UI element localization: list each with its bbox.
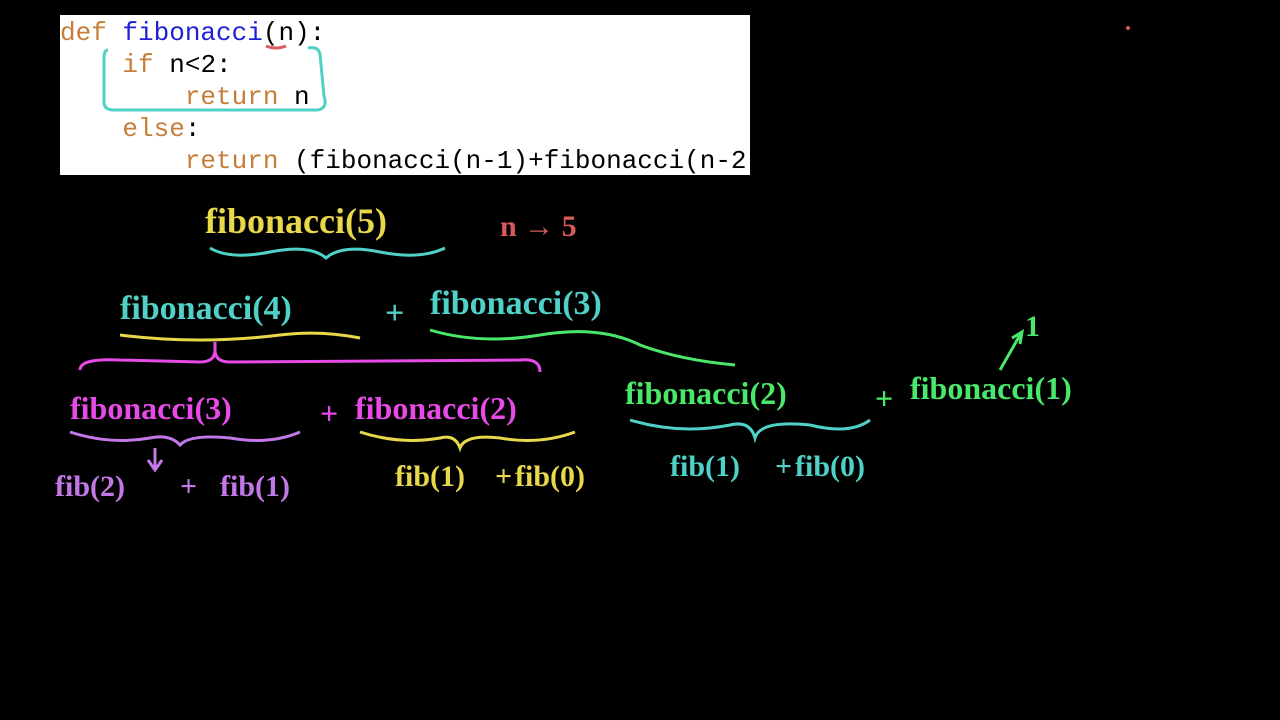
keyword-else: else [122,114,184,144]
hand-fib5: fibonacci(5) [205,200,387,242]
hand-plus2: + [320,395,338,432]
keyword-return-2: return [185,146,279,176]
hand-plus1: + [385,295,404,333]
return-expr: (fibonacci(n-1)+fibonacci(n-2)) [278,146,777,176]
hand-fib1a: fibonacci(1) [910,370,1072,407]
hand-fib4: fibonacci(4) [120,290,292,328]
code-pre: def fibonacci(n): if n<2: return n else:… [60,15,750,177]
hand-fib1d: fib(1) [670,450,740,484]
hand-fib2c: fib(2) [55,470,125,504]
keyword-if: if [122,50,153,80]
keyword-return-1: return [185,82,279,112]
hand-fib3b: fibonacci(3) [70,390,232,427]
function-name: fibonacci [122,18,262,48]
keyword-def: def [60,18,107,48]
hand-fib1c: fib(1) [395,460,465,494]
hand-plus6: + [775,450,792,484]
condition: n<2: [154,50,232,80]
else-colon: : [185,114,201,144]
params: (n): [263,18,325,48]
hand-plus5: + [495,460,512,494]
code-snippet: def fibonacci(n): if n<2: return n else:… [60,15,750,175]
hand-one: 1 [1025,310,1040,344]
hand-fib0b: fib(0) [795,450,865,484]
return-value-1: n [278,82,309,112]
hand-n5: n → 5 [500,210,577,244]
hand-fib3a: fibonacci(3) [430,285,602,323]
hand-plus3: + [875,380,893,417]
hand-fib2a: fibonacci(2) [355,390,517,427]
hand-fib0a: fib(0) [515,460,585,494]
hand-fib2b: fibonacci(2) [625,375,787,412]
hand-fib1b: fib(1) [220,470,290,504]
hand-plus4: + [180,470,197,504]
